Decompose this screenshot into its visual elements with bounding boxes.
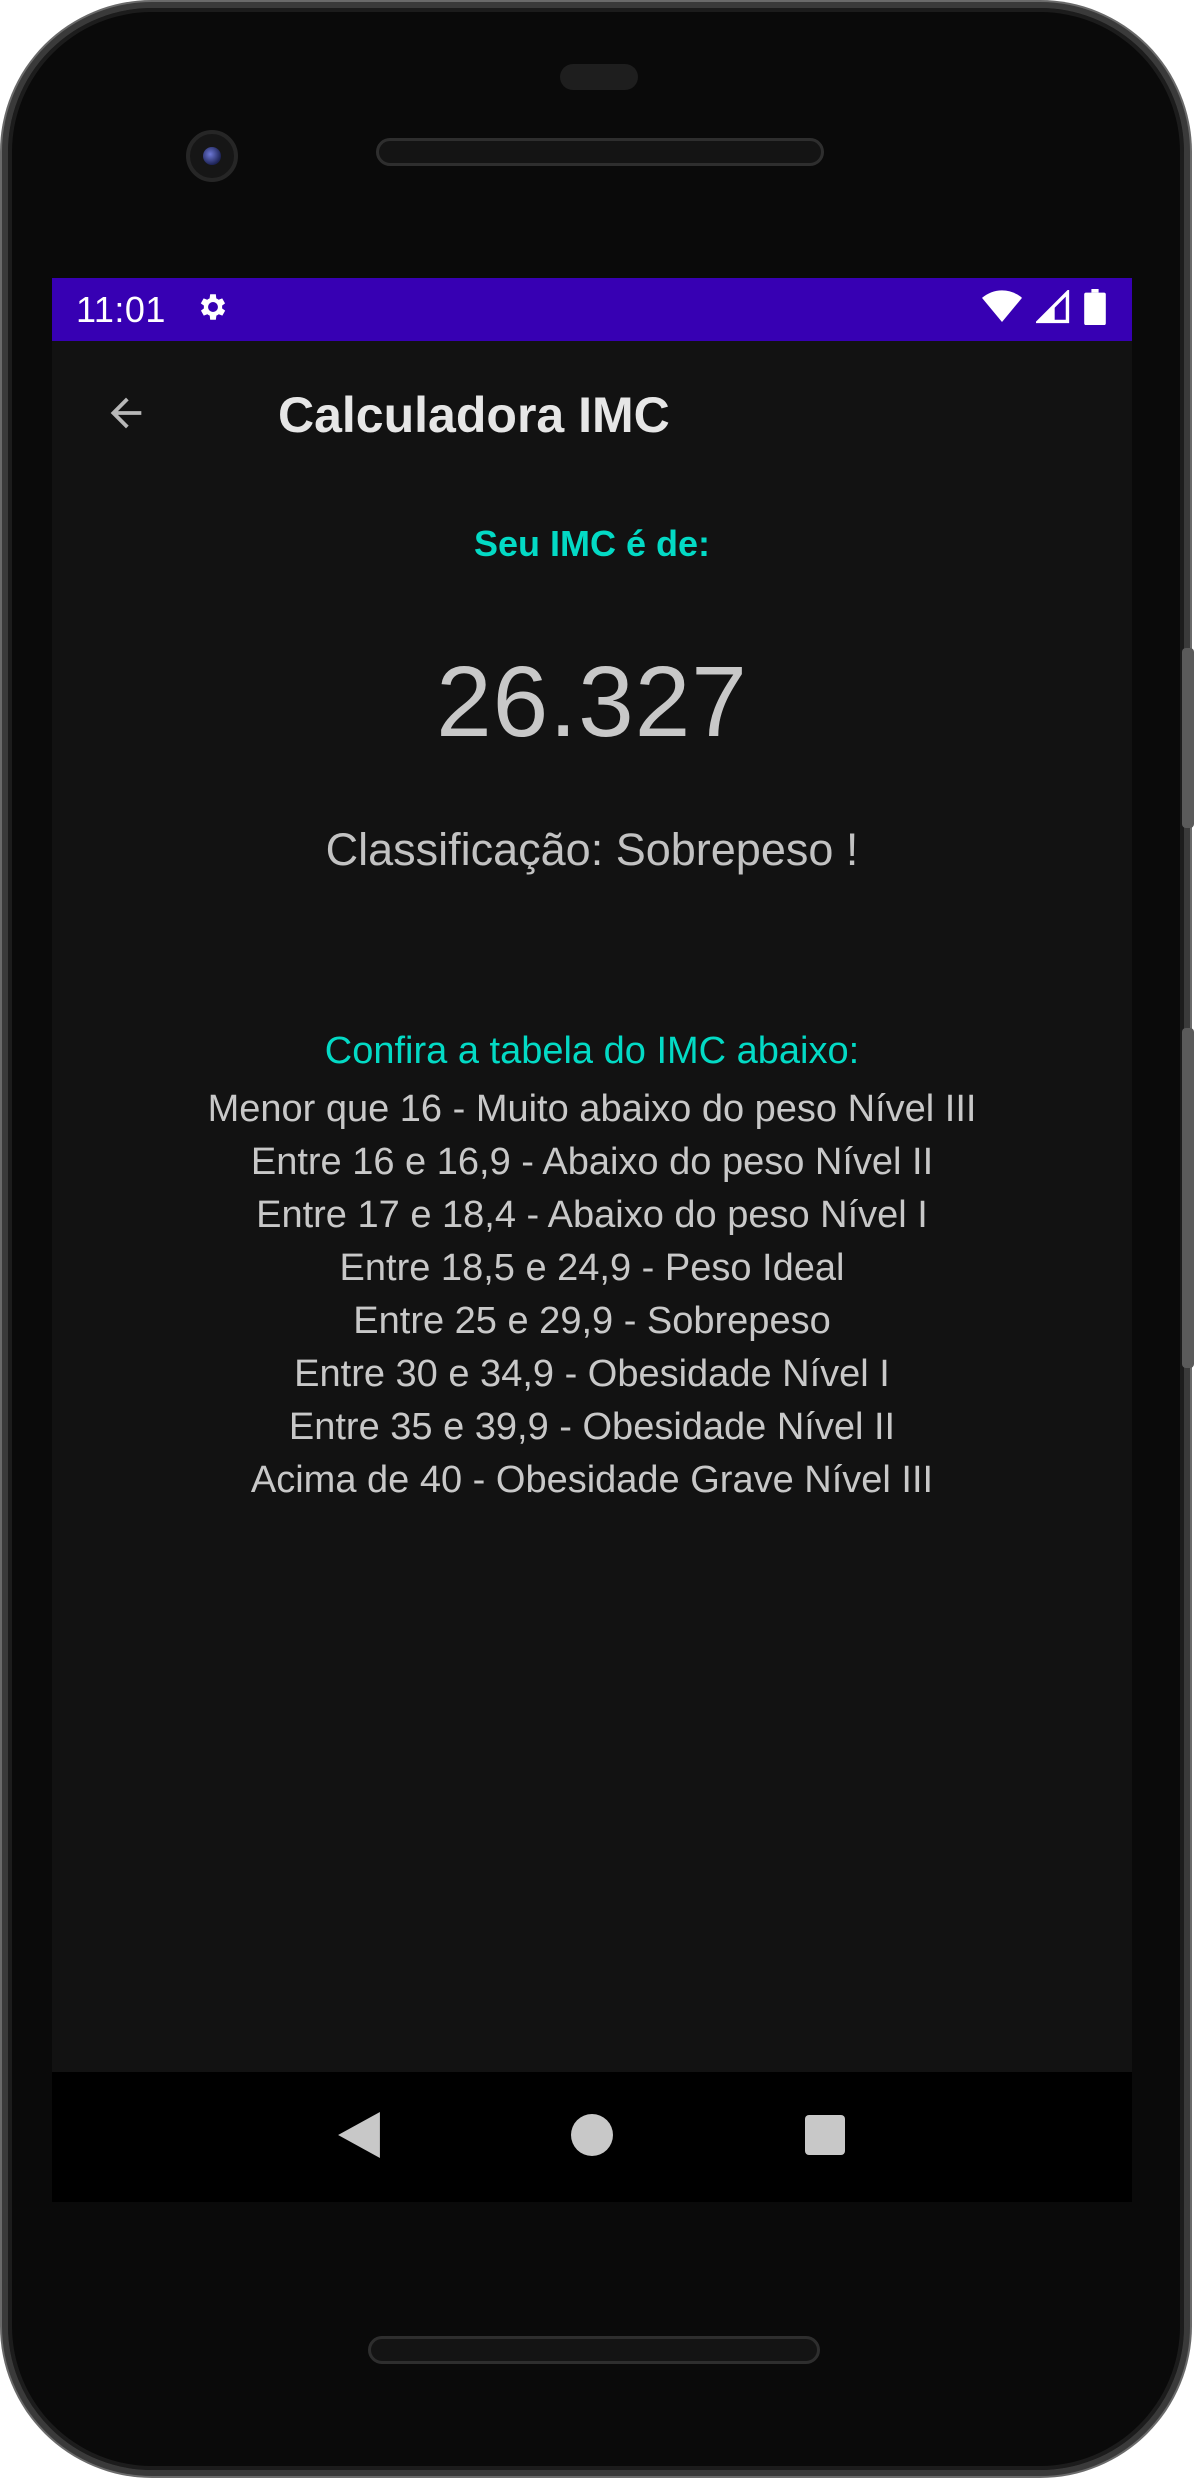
nav-home-button[interactable]: [562, 2107, 622, 2167]
top-speaker-grille: [376, 138, 824, 166]
classification-text: Classificação: Sobrepeso !: [325, 824, 859, 875]
imc-table-title: Confira a tabela do IMC abaixo:: [324, 1030, 860, 1072]
arrow-left-icon: [103, 390, 149, 441]
back-button[interactable]: [98, 387, 154, 443]
imc-table-row: Entre 30 e 34,9 - Obesidade Nível I: [294, 1353, 890, 1395]
power-button: [1182, 1028, 1194, 1368]
imc-table-row: Entre 17 e 18,4 - Abaixo do peso Nível I: [256, 1194, 928, 1236]
front-camera: [186, 130, 238, 182]
bottom-speaker-grille: [368, 2336, 820, 2364]
earpiece: [560, 64, 638, 90]
home-circle-icon: [570, 2113, 613, 2161]
imc-table-row: Entre 35 e 39,9 - Obesidade Nível II: [288, 1406, 896, 1448]
imc-table-row: Acima de 40 - Obesidade Grave Nível III: [250, 1459, 934, 1501]
imc-table-row: Entre 18,5 e 24,9 - Peso Ideal: [339, 1247, 845, 1289]
signal-icon: [1034, 288, 1070, 329]
wifi-icon: [982, 290, 1022, 329]
system-navigation-bar: [52, 2072, 1132, 2202]
volume-button: [1182, 648, 1194, 828]
imc-table-row: Entre 25 e 29,9 - Sobrepeso: [353, 1300, 831, 1342]
imc-table-list: Menor que 16 - Muito abaixo do peso Níve…: [52, 1083, 1132, 1507]
imc-table-row: Menor que 16 - Muito abaixo do peso Níve…: [207, 1088, 977, 1130]
imc-table-row: Entre 16 e 16,9 - Abaixo do peso Nível I…: [250, 1141, 934, 1183]
page-title: Calculadora IMC: [278, 387, 670, 443]
nav-recents-button[interactable]: [795, 2107, 855, 2167]
imc-value: 26.327: [436, 646, 748, 758]
back-triangle-icon: [337, 2111, 380, 2163]
recents-square-icon: [805, 2114, 846, 2160]
nav-back-button[interactable]: [329, 2107, 389, 2167]
imc-label: Seu IMC é de:: [473, 523, 711, 564]
status-time: 11:01: [76, 288, 166, 330]
app-bar: Calculadora IMC: [52, 341, 1132, 489]
battery-icon: [1084, 289, 1106, 330]
result-section: Seu IMC é de: 26.327 Classificação: Sobr…: [52, 523, 1132, 1507]
app-screen: 11:01 Calculadora IMC Seu IMC é de: 26.3…: [52, 278, 1132, 2072]
gear-icon: [196, 290, 230, 329]
status-bar: 11:01: [52, 278, 1132, 341]
